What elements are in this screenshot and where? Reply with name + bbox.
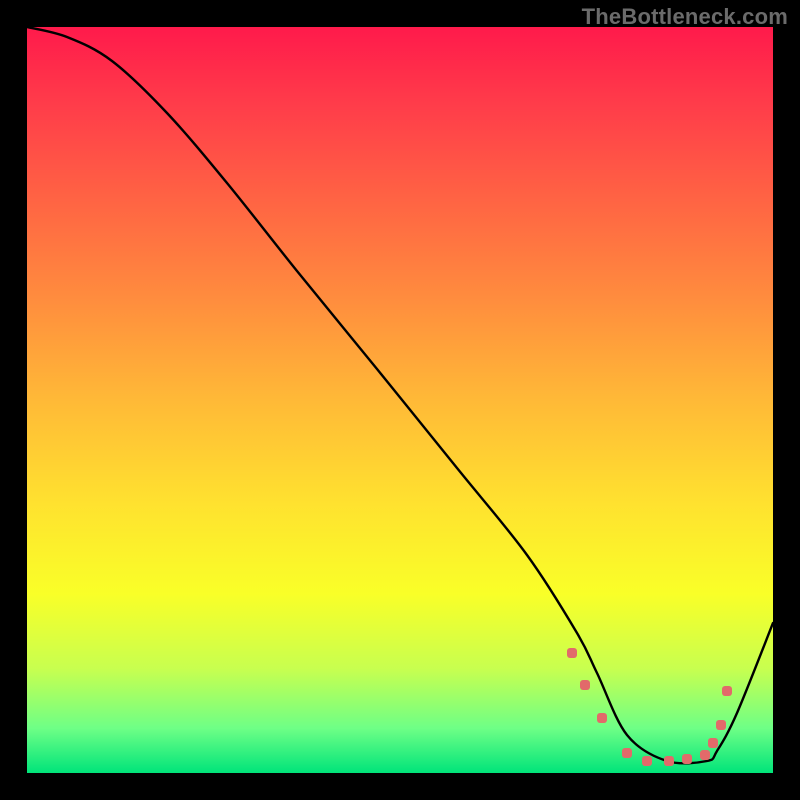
bottleneck-curve [27, 27, 773, 763]
marker-dot [567, 648, 577, 658]
marker-dots [567, 648, 732, 766]
watermark-text: TheBottleneck.com [582, 4, 788, 30]
marker-dot [682, 754, 692, 764]
marker-dot [700, 750, 710, 760]
plot-area [27, 27, 773, 773]
marker-dot [664, 756, 674, 766]
marker-dot [580, 680, 590, 690]
marker-dot [642, 756, 652, 766]
chart-frame: TheBottleneck.com [0, 0, 800, 800]
marker-dot [716, 720, 726, 730]
marker-dot [708, 738, 718, 748]
curve-layer [27, 27, 773, 773]
marker-dot [722, 686, 732, 696]
marker-dot [622, 748, 632, 758]
marker-dot [597, 713, 607, 723]
